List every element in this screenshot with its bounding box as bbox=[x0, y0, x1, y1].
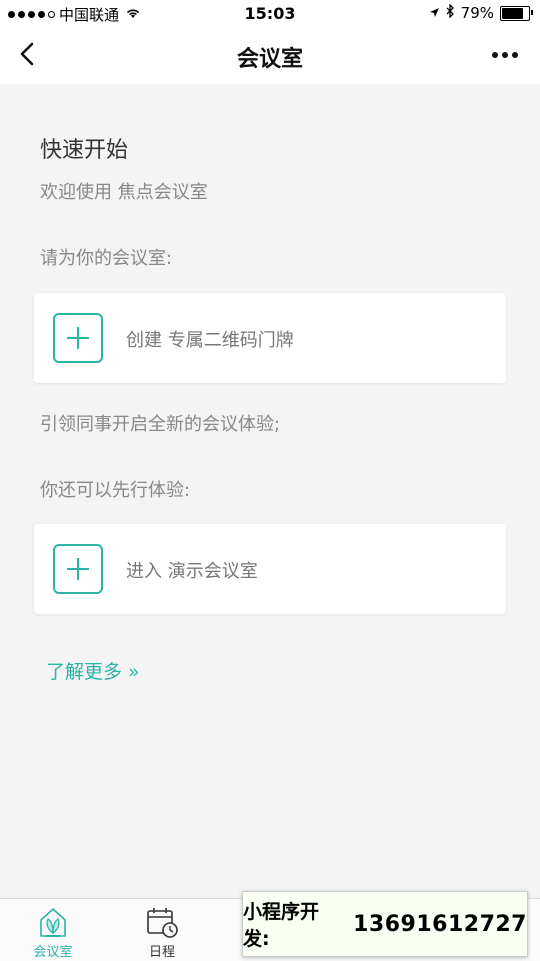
bluetooth-icon bbox=[446, 3, 455, 22]
more-horizontal-icon bbox=[492, 52, 498, 58]
battery-percent: 79% bbox=[460, 4, 494, 22]
location-arrow-icon bbox=[429, 4, 440, 22]
status-right: 79% bbox=[429, 3, 533, 22]
nav-bar: 会议室 bbox=[0, 28, 540, 84]
plus-icon bbox=[53, 544, 103, 594]
contact-overlay: 小程序开发: 13691612727 bbox=[242, 891, 528, 957]
overlay-phone: 13691612727 bbox=[353, 911, 527, 937]
more-dot bbox=[512, 52, 518, 58]
demo-card-label: 进入 演示会议室 bbox=[126, 561, 258, 582]
battery-icon bbox=[500, 5, 533, 21]
more-dot bbox=[502, 52, 508, 58]
lead-prompt: 引领同事开启全新的会议体验; bbox=[40, 414, 281, 435]
meeting-room-icon bbox=[40, 907, 66, 937]
learn-more-link[interactable]: 了解更多 » bbox=[46, 657, 140, 684]
tab-schedule-label: 日程 bbox=[148, 945, 175, 960]
try-prompt: 你还可以先行体验: bbox=[40, 480, 191, 501]
plus-icon bbox=[53, 313, 103, 363]
create-prompt: 请为你的会议室: bbox=[40, 248, 173, 269]
demo-room-card[interactable]: 进入 演示会议室 bbox=[34, 524, 506, 614]
overlay-label: 小程序开发: bbox=[243, 901, 320, 950]
status-bar: 中国联通 15:03 79% bbox=[0, 0, 540, 28]
more-button[interactable] bbox=[492, 52, 518, 58]
tab-schedule[interactable]: 日程 bbox=[130, 905, 194, 960]
create-card-label: 创建 专属二维码门牌 bbox=[126, 330, 294, 351]
calendar-clock-icon bbox=[147, 908, 178, 938]
battery-fill bbox=[502, 7, 523, 19]
tab-meeting-room[interactable]: 会议室 bbox=[21, 905, 85, 960]
create-qr-card[interactable]: 创建 专属二维码门牌 bbox=[34, 293, 506, 383]
section-title: 快速开始 bbox=[40, 138, 129, 163]
welcome-text: 欢迎使用 焦点会议室 bbox=[40, 182, 208, 203]
page-title: 会议室 bbox=[236, 47, 303, 72]
tab-meeting-room-label: 会议室 bbox=[33, 945, 73, 960]
